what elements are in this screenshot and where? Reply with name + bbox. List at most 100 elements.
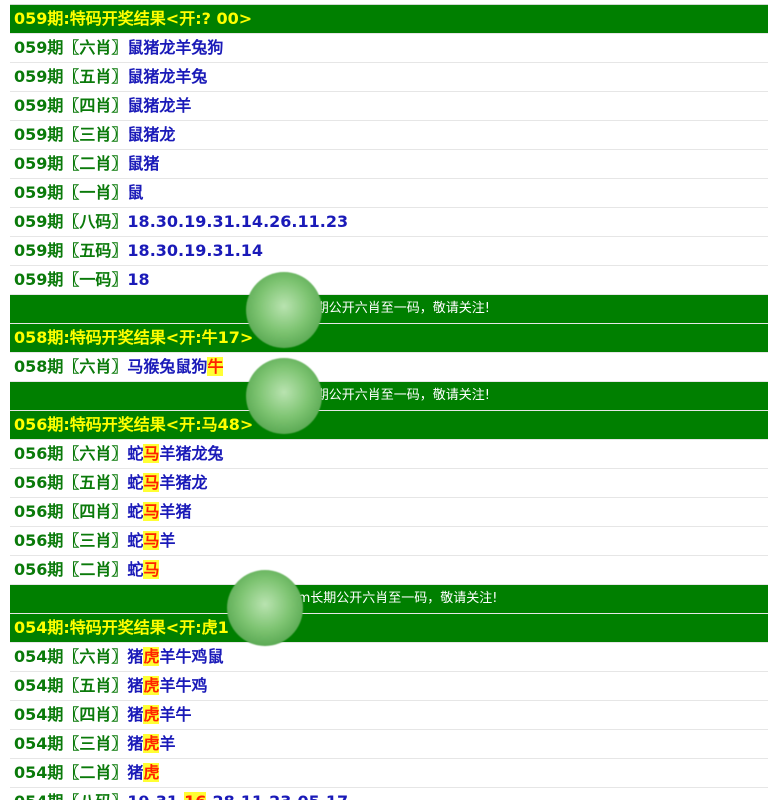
section-header-059: 059期:特码开奖结果<开:? 00> bbox=[10, 5, 768, 34]
prediction-value: 羊牛鸡鼠 bbox=[159, 647, 224, 666]
notice-banner: m长期公开六肖至一码，敬请关注! bbox=[10, 295, 768, 324]
period-label: 054期 bbox=[14, 647, 64, 666]
section-header-056: 056期:特码开奖结果<开:马48> bbox=[10, 411, 768, 440]
section-header-054: 054期:特码开奖结果<开:虎1 bbox=[10, 614, 768, 643]
prediction-prefix: 猪 bbox=[127, 763, 144, 782]
period-label: 059期 bbox=[14, 183, 64, 202]
prediction-value: 18 bbox=[127, 270, 150, 289]
period-label: 059期 bbox=[14, 154, 64, 173]
period-label: 059期 bbox=[14, 212, 64, 231]
list-item: 059期〖二肖〗鼠猪 bbox=[10, 150, 768, 179]
prediction-prefix: 猪 bbox=[127, 734, 144, 753]
kind-label: 〖二肖〗 bbox=[63, 560, 128, 579]
kind-label: 〖五肖〗 bbox=[63, 473, 128, 492]
kind-label: 〖二肖〗 bbox=[63, 763, 128, 782]
list-item: 059期〖三肖〗鼠猪龙 bbox=[10, 121, 768, 150]
period-label: 059期 bbox=[14, 241, 64, 260]
list-item: 056期〖六肖〗蛇马羊猪龙兔 bbox=[10, 440, 768, 469]
notice-banner: com长期公开六肖至一码，敬请关注! bbox=[10, 585, 768, 614]
period-label: 056期 bbox=[14, 502, 64, 521]
prediction-prefix: 蛇 bbox=[127, 560, 144, 579]
list-item: 056期〖五肖〗蛇马羊猪龙 bbox=[10, 469, 768, 498]
kind-label: 〖二肖〗 bbox=[63, 154, 128, 173]
prediction-value: 羊牛 bbox=[159, 705, 192, 724]
kind-label: 〖八码〗 bbox=[63, 792, 127, 800]
kind-label: 〖四肖〗 bbox=[63, 502, 128, 521]
kind-label: 〖三肖〗 bbox=[63, 531, 128, 550]
prediction-prefix: 猪 bbox=[127, 705, 144, 724]
prediction-prefix: 蛇 bbox=[127, 531, 144, 550]
prediction-value: 羊猪龙兔 bbox=[159, 444, 224, 463]
prediction-value: 18.30.19.31.14.26.11.23 bbox=[127, 212, 349, 231]
period-label: 056期 bbox=[14, 473, 64, 492]
period-label: 054期 bbox=[14, 763, 64, 782]
period-label: 054期 bbox=[14, 705, 64, 724]
list-item: 054期〖三肖〗猪虎羊 bbox=[10, 730, 768, 759]
prediction-prefix: 19.31. bbox=[127, 792, 184, 800]
hit-highlight: 马 bbox=[143, 502, 160, 521]
list-item: 059期〖八码〗18.30.19.31.14.26.11.23 bbox=[10, 208, 768, 237]
kind-label: 〖五码〗 bbox=[63, 241, 128, 260]
results-frame: 059期:特码开奖结果<开:? 00> 059期〖六肖〗鼠猪龙羊兔狗 059期〖… bbox=[10, 0, 768, 800]
kind-label: 〖八码〗 bbox=[63, 212, 128, 231]
kind-label: 〖一肖〗 bbox=[63, 183, 128, 202]
kind-label: 〖一码〗 bbox=[63, 270, 128, 289]
prediction-prefix: 猪 bbox=[127, 676, 144, 695]
list-item: 059期〖四肖〗鼠猪龙羊 bbox=[10, 92, 768, 121]
prediction-value: 羊牛鸡 bbox=[159, 676, 208, 695]
prediction-value: 鼠猪龙 bbox=[127, 125, 176, 144]
overlay-blob bbox=[227, 570, 303, 646]
prediction-prefix: 猪 bbox=[127, 647, 144, 666]
list-item: 059期〖六肖〗鼠猪龙羊兔狗 bbox=[10, 34, 768, 63]
period-label: 059期 bbox=[14, 67, 64, 86]
list-item: 059期〖一肖〗鼠 bbox=[10, 179, 768, 208]
kind-label: 〖三肖〗 bbox=[63, 734, 128, 753]
kind-label: 〖六肖〗 bbox=[63, 38, 128, 57]
hit-highlight: 虎 bbox=[143, 705, 160, 724]
period-label: 054期 bbox=[14, 792, 63, 800]
period-label: 059期 bbox=[14, 125, 64, 144]
prediction-value: 鼠猪 bbox=[127, 154, 160, 173]
prediction-prefix: 蛇 bbox=[127, 502, 144, 521]
kind-label: 〖五肖〗 bbox=[63, 67, 128, 86]
list-item: 054期〖六肖〗猪虎羊牛鸡鼠 bbox=[10, 643, 768, 672]
period-label: 056期 bbox=[14, 560, 64, 579]
kind-label: 〖四肖〗 bbox=[63, 96, 128, 115]
prediction-value: 羊 bbox=[159, 531, 176, 550]
prediction-value: .28.11.23.05.17 bbox=[206, 792, 348, 800]
period-label: 056期 bbox=[14, 444, 64, 463]
prediction-value: 鼠猪龙羊兔 bbox=[127, 67, 208, 86]
prediction-prefix: 蛇 bbox=[127, 444, 144, 463]
overlay-blob bbox=[246, 272, 322, 348]
prediction-value: 羊猪 bbox=[159, 502, 192, 521]
kind-label: 〖六肖〗 bbox=[63, 647, 128, 666]
section-header-058: 058期:特码开奖结果<开:牛17> bbox=[10, 324, 768, 353]
hit-highlight: 虎 bbox=[143, 734, 160, 753]
kind-label: 〖三肖〗 bbox=[63, 125, 128, 144]
hit-highlight: 16 bbox=[184, 792, 207, 800]
period-label: 059期 bbox=[14, 270, 64, 289]
list-item: 059期〖五肖〗鼠猪龙羊兔 bbox=[10, 63, 768, 92]
hit-highlight: 马 bbox=[143, 531, 160, 550]
list-item: 054期〖八码〗19.31.16.28.11.23.05.17 bbox=[10, 788, 768, 800]
list-item: 059期〖五码〗18.30.19.31.14 bbox=[10, 237, 768, 266]
prediction-value: 鼠猪龙羊 bbox=[127, 96, 192, 115]
list-item: 059期〖一码〗18 bbox=[10, 266, 768, 295]
period-label: 056期 bbox=[14, 531, 64, 550]
list-item: 054期〖四肖〗猪虎羊牛 bbox=[10, 701, 768, 730]
period-label: 059期 bbox=[14, 38, 64, 57]
period-label: 059期 bbox=[14, 96, 64, 115]
prediction-value: 18.30.19.31.14 bbox=[127, 241, 264, 260]
results-page: 059期:特码开奖结果<开:? 00> 059期〖六肖〗鼠猪龙羊兔狗 059期〖… bbox=[0, 0, 768, 800]
list-item: 056期〖三肖〗蛇马羊 bbox=[10, 527, 768, 556]
prediction-value: 羊猪龙 bbox=[159, 473, 208, 492]
hit-highlight: 马 bbox=[143, 444, 160, 463]
kind-label: 〖四肖〗 bbox=[63, 705, 128, 724]
hit-highlight: 马 bbox=[143, 560, 160, 579]
kind-label: 〖六肖〗 bbox=[63, 444, 128, 463]
hit-highlight: 虎 bbox=[143, 676, 160, 695]
list-item: 054期〖二肖〗猪虎 bbox=[10, 759, 768, 788]
hit-highlight: 马 bbox=[143, 473, 160, 492]
prediction-value: 鼠 bbox=[127, 183, 144, 202]
period-label: 054期 bbox=[14, 734, 64, 753]
